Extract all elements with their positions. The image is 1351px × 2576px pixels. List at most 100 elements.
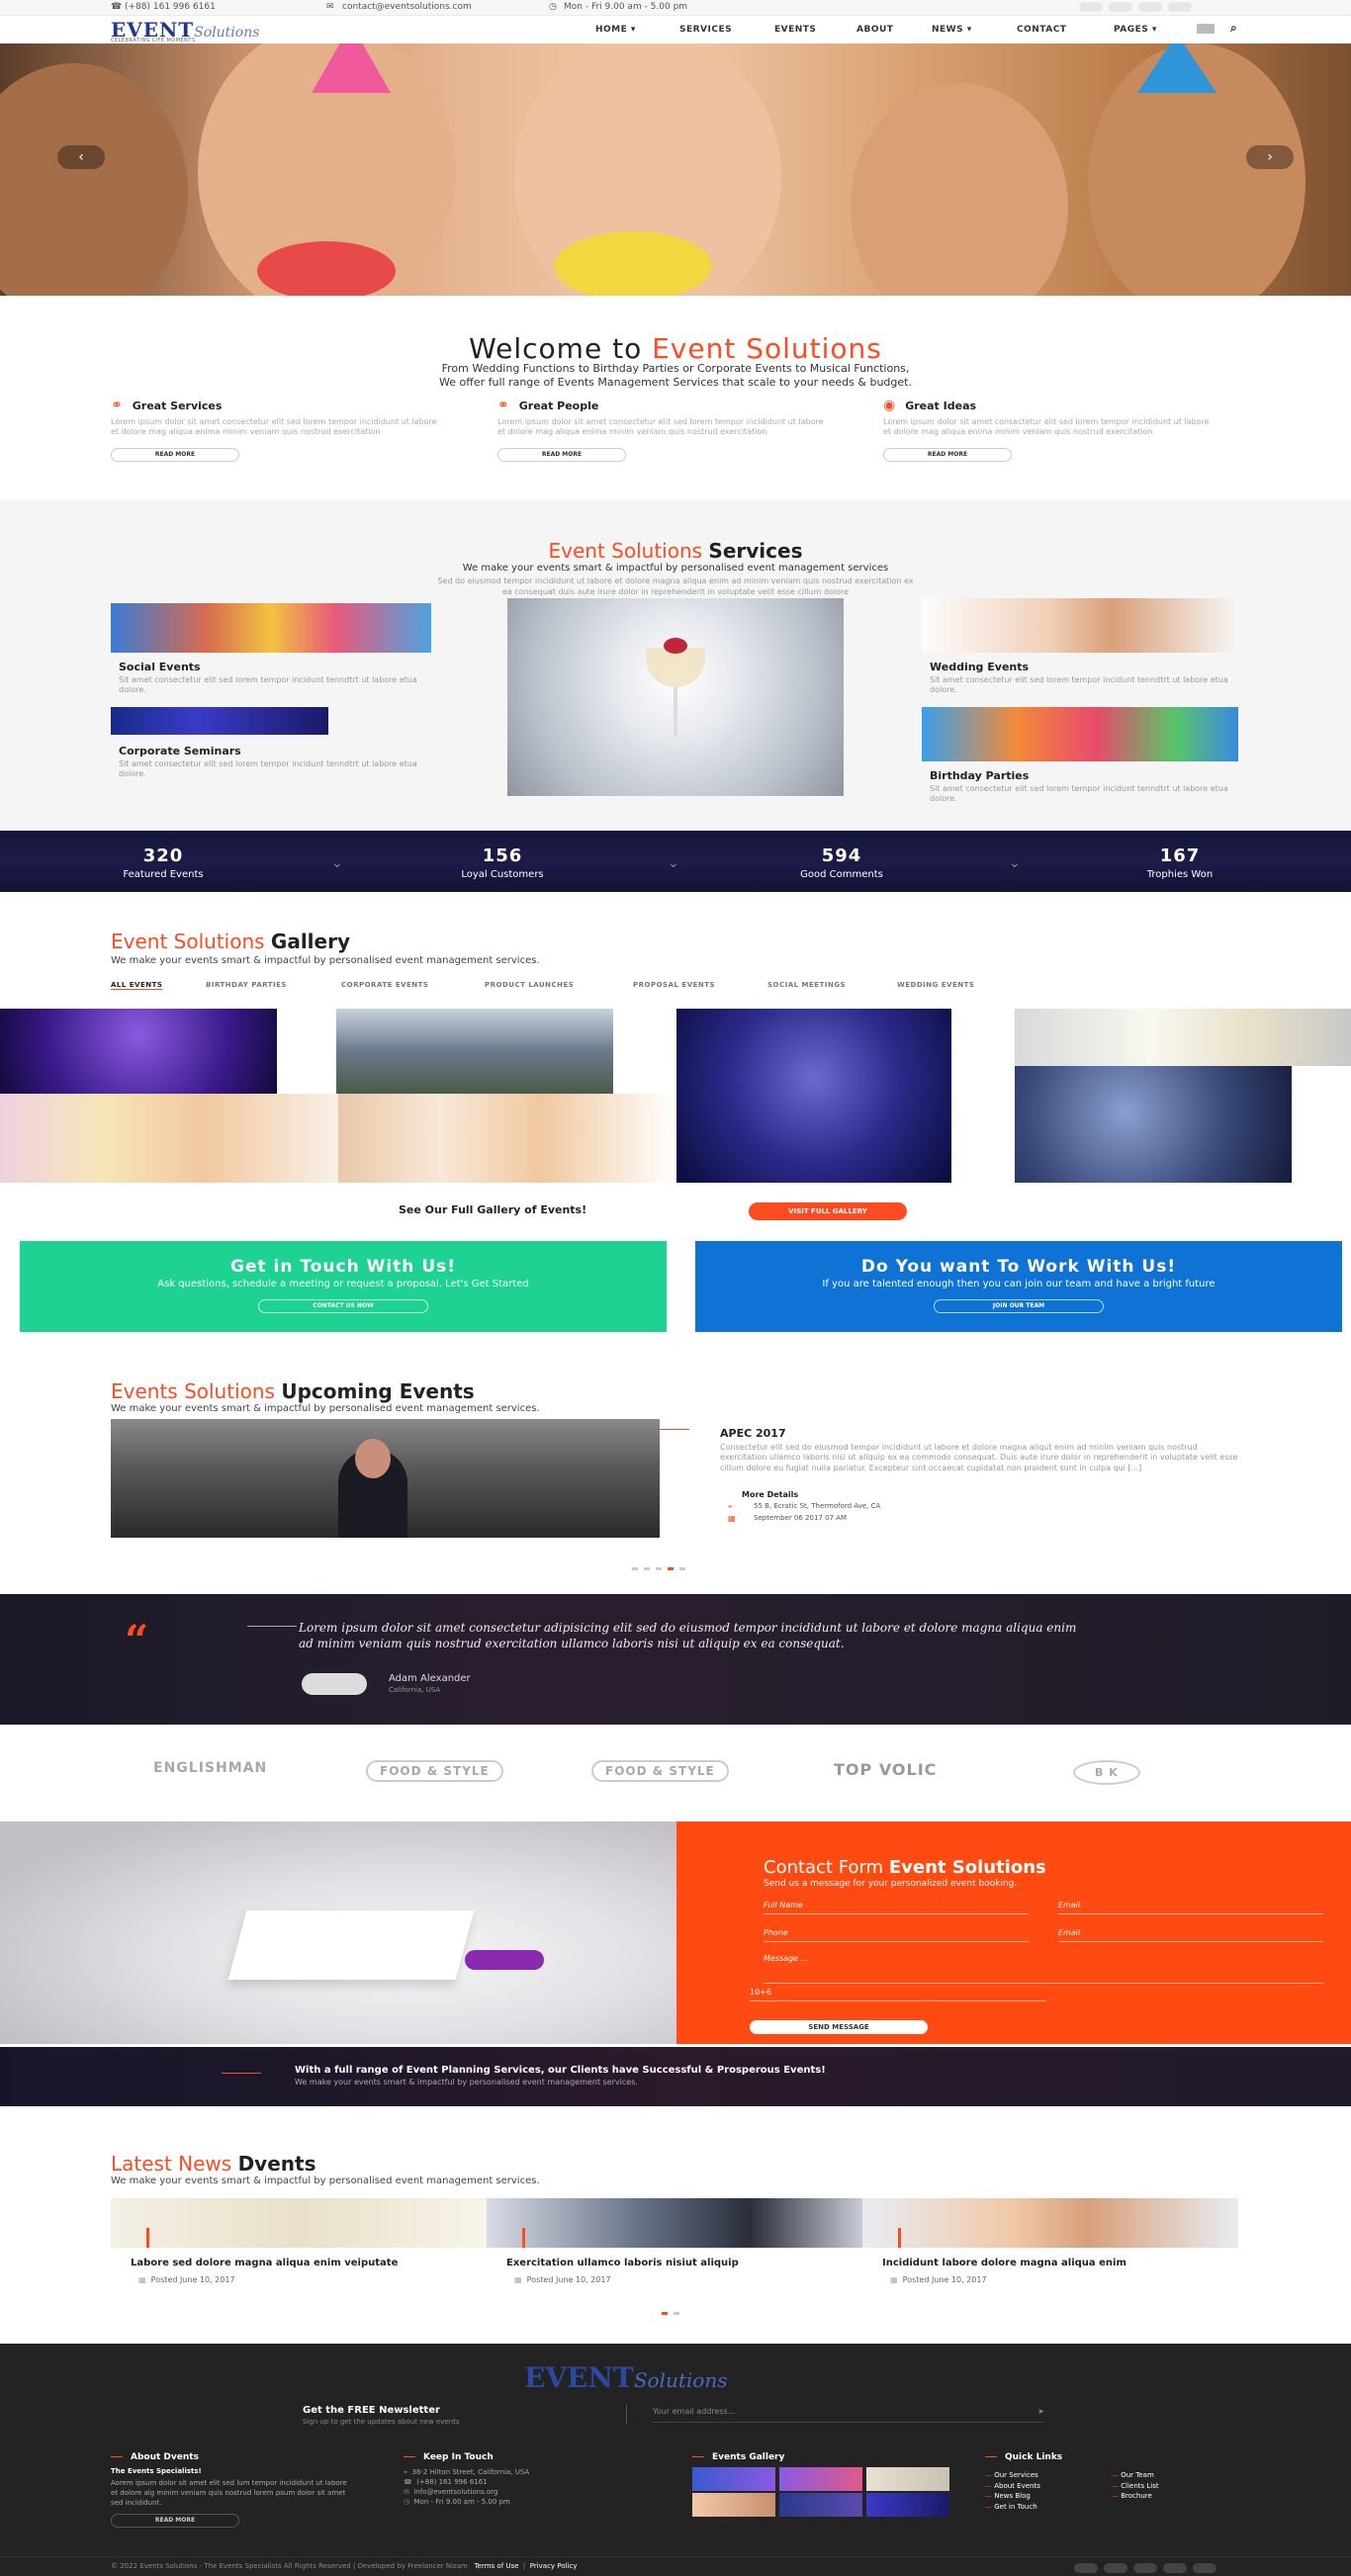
- footer-gallery-image[interactable]: [779, 2493, 862, 2517]
- contact-us-button[interactable]: CONTACT US NOW: [258, 1299, 428, 1313]
- news-image[interactable]: [487, 2198, 862, 2248]
- filter-social-meetings[interactable]: SOCIAL MEETINGS: [767, 981, 846, 989]
- filter-birthday-parties[interactable]: BIRTHDAY PARTIES: [206, 981, 287, 989]
- footer-gallery-image[interactable]: [866, 2467, 949, 2491]
- nav-home[interactable]: HOME ▾: [595, 25, 636, 35]
- footer-link[interactable]: About Events: [985, 2481, 1040, 2492]
- footer-link[interactable]: Brochure: [1112, 2491, 1159, 2502]
- gallery-image[interactable]: [1015, 1066, 1292, 1183]
- read-more-button[interactable]: READ MORE: [497, 447, 626, 462]
- nav-services[interactable]: SERVICES: [679, 25, 732, 35]
- filter-all-events[interactable]: ALL EVENTS: [111, 981, 163, 990]
- twitter-icon[interactable]: [1109, 2, 1132, 12]
- news-card[interactable]: Incididunt labore dolore magna aliqua en…: [862, 2198, 1238, 2284]
- carousel-dots[interactable]: [629, 1559, 688, 1573]
- client-logo[interactable]: ENGLISHMAN: [153, 1760, 267, 1776]
- join-team-button[interactable]: JOIN OUR TEAM: [934, 1299, 1104, 1313]
- event-more-details[interactable]: More Details: [742, 1490, 798, 1499]
- footer-link[interactable]: News Blog: [985, 2491, 1040, 2502]
- message-field[interactable]: Message ...: [764, 1954, 1323, 1984]
- read-more-button[interactable]: READ MORE: [883, 447, 1012, 462]
- send-icon[interactable]: ➤: [1037, 2407, 1044, 2416]
- linkedin-icon[interactable]: [1168, 2, 1192, 12]
- footer-gallery-image[interactable]: [692, 2493, 775, 2517]
- client-logo[interactable]: TOP VOLIC: [834, 1760, 937, 1779]
- phone-field[interactable]: Phone: [764, 1928, 1029, 1942]
- nav-news[interactable]: NEWS ▾: [932, 25, 972, 35]
- gallery-image[interactable]: [338, 1094, 676, 1183]
- full-name-field[interactable]: Full Name: [764, 1901, 1029, 1914]
- clients-section: ENGLISHMAN FOOD & STYLE FOOD & STYLE TOP…: [0, 1726, 1351, 1821]
- corporate-seminars-image[interactable]: [111, 707, 328, 735]
- topbar-email[interactable]: contact@eventsolutions.com: [342, 2, 472, 12]
- news-card[interactable]: Labore sed dolore magna aliqua enim veip…: [111, 2198, 487, 2284]
- filter-proposal-events[interactable]: PROPOSAL EVENTS: [633, 981, 715, 989]
- terms-link[interactable]: Terms of Use: [475, 2562, 519, 2570]
- footer-link[interactable]: Clients List: [1112, 2481, 1158, 2492]
- news-carousel-dots[interactable]: [659, 2304, 682, 2318]
- newsletter-email-input[interactable]: Your email address... ➤: [653, 2407, 1044, 2423]
- footer-gallery-image[interactable]: [866, 2493, 949, 2517]
- email-field-2[interactable]: Email: [1058, 1928, 1323, 1942]
- slider-next-button[interactable]: ›: [1246, 145, 1294, 169]
- footer-links-col-2: Our Team Clients List Brochure: [1112, 2470, 1159, 2502]
- social-events-image[interactable]: [111, 603, 431, 653]
- twitter-icon[interactable]: [1104, 2562, 1127, 2573]
- captcha-field[interactable]: 10+6: [750, 1988, 1046, 2001]
- event-image[interactable]: [111, 1419, 660, 1538]
- wedding-events-image[interactable]: [922, 598, 1238, 653]
- news-image[interactable]: [111, 2198, 487, 2248]
- menu-icon[interactable]: [1197, 24, 1215, 34]
- footer-link[interactable]: Our Team: [1112, 2470, 1159, 2481]
- client-logo[interactable]: FOOD & STYLE: [366, 1760, 503, 1782]
- logo[interactable]: EVENTSolutions CELEBRATING LIFE MOMENTS: [111, 18, 259, 44]
- email-field[interactable]: Email: [1058, 1901, 1323, 1914]
- nav-pages[interactable]: PAGES ▾: [1114, 25, 1157, 35]
- footer-link[interactable]: Our Services: [985, 2470, 1040, 2481]
- gallery-image[interactable]: [1015, 1009, 1351, 1066]
- footer-gallery-image[interactable]: [779, 2467, 862, 2491]
- gallery-image[interactable]: [336, 1009, 613, 1094]
- footer-contact-list: ⌖ 38-2 Hilton Street, California, USA ☎ …: [404, 2468, 530, 2507]
- filter-product-launches[interactable]: PRODUCT LAUNCHES: [485, 981, 574, 989]
- slider-prev-button[interactable]: ‹: [57, 145, 105, 169]
- send-message-button[interactable]: SEND MESSAGE: [750, 2020, 928, 2034]
- news-image[interactable]: [862, 2198, 1238, 2248]
- filter-wedding-events[interactable]: WEDDING EVENTS: [897, 981, 974, 989]
- event-title[interactable]: APEC 2017: [720, 1427, 786, 1440]
- services-section: Event Solutions Services We make your ev…: [0, 499, 1351, 831]
- nav-events[interactable]: EVENTS: [774, 25, 816, 35]
- news-card[interactable]: Exercitation ullamco laboris nisiut aliq…: [487, 2198, 862, 2284]
- privacy-link[interactable]: Privacy Policy: [530, 2562, 578, 2570]
- footer-logo[interactable]: EVENTSolutions: [524, 2361, 727, 2394]
- counter-good-comments: 594 Good Comments: [800, 845, 883, 880]
- counter-featured-events: 320 Featured Events: [123, 845, 204, 880]
- footer-gallery-image[interactable]: [692, 2467, 775, 2491]
- google-plus-icon[interactable]: [1138, 2, 1162, 12]
- facebook-icon[interactable]: [1079, 2, 1103, 12]
- calendar-icon: ▦: [890, 2274, 898, 2284]
- read-more-button[interactable]: READ MORE: [111, 447, 239, 462]
- facebook-icon[interactable]: [1074, 2562, 1098, 2573]
- birthday-parties-image[interactable]: [922, 707, 1238, 761]
- nav-about[interactable]: ABOUT: [856, 25, 893, 35]
- footer-link[interactable]: Get in Touch: [985, 2502, 1040, 2513]
- footer-read-more-button[interactable]: READ MORE: [111, 2514, 239, 2528]
- nav-contact[interactable]: CONTACT: [1017, 25, 1066, 35]
- pinterest-icon[interactable]: [1133, 2562, 1157, 2573]
- filter-corporate-events[interactable]: CORPORATE EVENTS: [341, 981, 428, 989]
- google-plus-icon[interactable]: [1163, 2562, 1187, 2573]
- linkedin-icon[interactable]: [1193, 2562, 1216, 2573]
- gallery-image[interactable]: [676, 1009, 951, 1183]
- search-icon[interactable]: ⌕: [1230, 21, 1237, 36]
- gallery-cta-text: See Our Full Gallery of Events!: [399, 1203, 587, 1216]
- location-icon: ⌖: [404, 2468, 407, 2476]
- client-logo[interactable]: B K: [1073, 1760, 1140, 1785]
- gallery-image[interactable]: [0, 1009, 277, 1094]
- visit-full-gallery-button[interactable]: VISIT FULL GALLERY: [749, 1202, 907, 1220]
- client-logo[interactable]: FOOD & STYLE: [591, 1760, 729, 1782]
- footer-gallery-heading: Events Gallery: [692, 2452, 784, 2462]
- feature-people: ⚭ Great People Lorem ipsum dolor sit amet…: [497, 398, 834, 462]
- gallery-image[interactable]: [0, 1094, 338, 1183]
- banner-title: With a full range of Event Planning Serv…: [295, 2065, 826, 2076]
